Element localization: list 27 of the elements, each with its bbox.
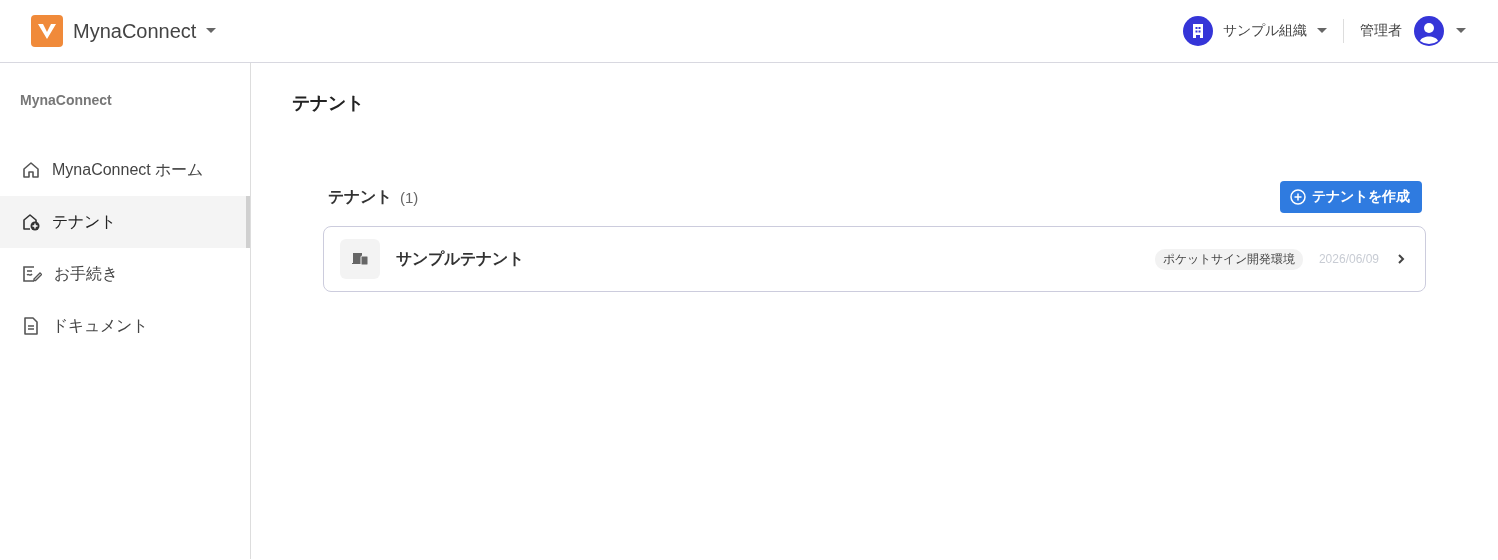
building-icon xyxy=(1183,16,1213,46)
sidebar-item[interactable]: テナント xyxy=(0,196,250,248)
house-plus-icon xyxy=(22,213,40,231)
page-title: テナント xyxy=(292,92,365,115)
sidebar-item[interactable]: MynaConnect ホーム xyxy=(0,144,250,196)
avatar-icon[interactable] xyxy=(1414,16,1444,46)
home-icon xyxy=(22,161,40,179)
caret-icon xyxy=(1317,28,1327,34)
form-pen-icon xyxy=(22,265,42,283)
section-title: テナント xyxy=(328,186,392,207)
devices-icon xyxy=(340,239,380,279)
environment-tag: ポケットサイン開発環境 xyxy=(1154,248,1303,270)
sidebar-item[interactable]: ドキュメント xyxy=(0,300,250,352)
sidebar-title: MynaConnect xyxy=(19,91,113,110)
plus-circle-icon xyxy=(1290,189,1306,205)
logo-icon xyxy=(31,15,63,47)
organization-name[interactable]: サンプル組織 xyxy=(1223,22,1307,40)
chevron-right-icon xyxy=(1397,253,1405,265)
sidebar-item[interactable]: お手続き xyxy=(0,248,250,300)
app-name[interactable]: MynaConnect xyxy=(73,19,197,43)
document-icon xyxy=(22,317,40,335)
caret-icon xyxy=(206,28,217,34)
tenant-count: (1) xyxy=(400,188,419,206)
role-label: 管理者 xyxy=(1360,22,1402,40)
tenant-name: サンプルテナント xyxy=(396,248,524,269)
caret-icon xyxy=(1456,28,1466,34)
create-tenant-button[interactable]: テナントを作成 xyxy=(1280,181,1422,213)
